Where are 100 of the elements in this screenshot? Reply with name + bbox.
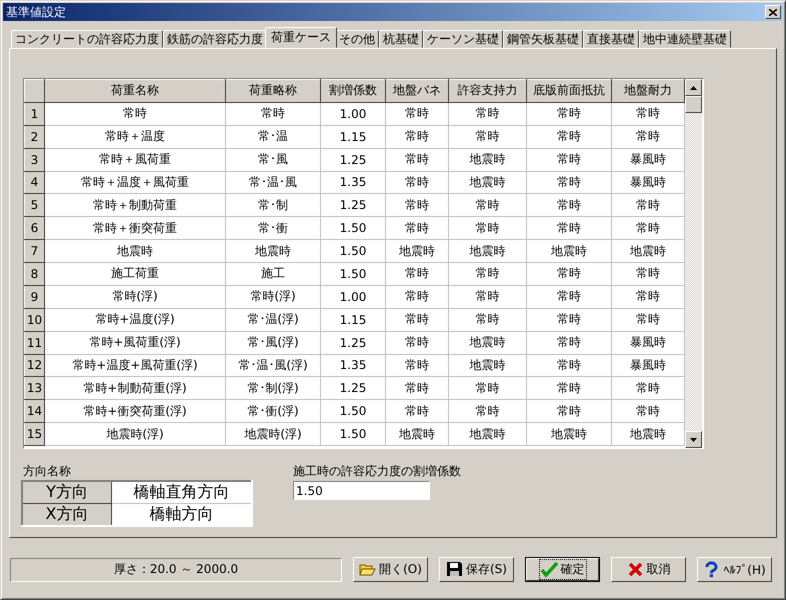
- table-cell: 地震時: [44, 240, 226, 262]
- row-header[interactable]: 10: [24, 308, 44, 332]
- scroll-down-button[interactable]: [685, 431, 702, 448]
- table-cell: 常時: [386, 262, 448, 286]
- open-button[interactable]: 開く(O): [353, 557, 428, 582]
- row-header[interactable]: 11: [24, 331, 44, 354]
- save-button[interactable]: 保存(S): [439, 557, 514, 582]
- row-header[interactable]: 1: [24, 102, 44, 126]
- row-header[interactable]: 14: [24, 400, 44, 423]
- tab[interactable]: その他: [335, 30, 379, 48]
- table-cell: 常時＋温度: [44, 125, 226, 148]
- up-arrow-icon: [690, 86, 697, 90]
- table-cell: 常時: [386, 216, 448, 240]
- row-header[interactable]: 9: [24, 285, 44, 308]
- table-cell: 常時＋衝突荷重: [44, 216, 226, 240]
- table-cell: 常時: [448, 125, 526, 148]
- column-header[interactable]: 荷重略称: [226, 80, 320, 102]
- tab[interactable]: コンクリートの許容応力度: [11, 30, 163, 48]
- table-cell: 常･風(浮): [226, 331, 320, 354]
- row-header[interactable]: 4: [24, 171, 44, 194]
- table-cell: 常時: [386, 194, 448, 217]
- table-cell: 施工: [226, 262, 320, 286]
- column-header[interactable]: 割増係数: [320, 80, 386, 102]
- table-cell: 常時＋温度＋風荷重: [44, 171, 226, 194]
- table-cell: 常時(浮): [44, 285, 226, 308]
- row-header[interactable]: 6: [24, 216, 44, 240]
- table-cell: 常時: [526, 262, 612, 286]
- tab[interactable]: ケーソン基礎: [423, 30, 503, 48]
- table-cell: 1.35: [320, 354, 386, 377]
- table-cell: 1.00: [320, 285, 386, 308]
- question-mark-icon: [703, 561, 720, 578]
- ok-button[interactable]: 確定: [525, 557, 600, 582]
- column-header[interactable]: 地盤バネ: [386, 80, 448, 102]
- check-mark-icon: [540, 561, 558, 578]
- column-header[interactable]: 地盤耐力: [612, 80, 684, 102]
- scroll-thumb[interactable]: [685, 96, 702, 113]
- row-header[interactable]: 7: [24, 240, 44, 262]
- table-cell: 常時: [526, 376, 612, 400]
- status-bar: 厚さ：20.0 ～ 2000.0: [10, 558, 342, 582]
- window-title: 基準値設定: [6, 4, 66, 20]
- tab[interactable]: 鉄筋の許容応力度: [163, 30, 267, 48]
- table-cell[interactable]: 橋軸直角方向: [112, 481, 252, 504]
- table-cell: 常時+衝突荷重(浮): [44, 400, 226, 423]
- table-cell: 常･風: [226, 148, 320, 171]
- tab[interactable]: 鋼管矢板基礎: [503, 30, 583, 48]
- column-header[interactable]: 許容支持力: [448, 80, 526, 102]
- table-cell: 常時: [386, 125, 448, 148]
- tab[interactable]: 杭基礎: [379, 30, 423, 48]
- table-cell[interactable]: 橋軸方向: [112, 504, 252, 526]
- table-cell: 常･温: [226, 125, 320, 148]
- table-cell: 常時+温度+風荷重(浮): [44, 354, 226, 377]
- close-button[interactable]: [765, 5, 781, 19]
- cancel-button[interactable]: 取消: [611, 557, 686, 582]
- tab[interactable]: 荷重ケース: [265, 27, 337, 48]
- table-cell: 常時＋風荷重: [44, 148, 226, 171]
- table-cell: 常時: [526, 125, 612, 148]
- table-cell: 1.15: [320, 125, 386, 148]
- row-header[interactable]: 8: [24, 262, 44, 286]
- table-cell: 1.50: [320, 422, 386, 446]
- table-cell: 常時: [526, 194, 612, 217]
- help-button[interactable]: ﾍﾙﾌﾟ(H): [697, 557, 772, 582]
- column-header[interactable]: 荷重名称: [44, 80, 226, 102]
- table-cell: 常時: [448, 194, 526, 217]
- row-header: X方向: [22, 504, 112, 526]
- scrollbar[interactable]: [685, 79, 702, 448]
- table-cell: 常時: [448, 102, 526, 126]
- tab[interactable]: 地中連続壁基礎: [639, 30, 731, 48]
- table-cell: 常時: [386, 285, 448, 308]
- table-cell: 地震時: [526, 240, 612, 262]
- table-cell: 地震時: [448, 354, 526, 377]
- table-cell: 常･温･風: [226, 171, 320, 194]
- table-cell: 1.25: [320, 376, 386, 400]
- table-cell: 常時+温度(浮): [44, 308, 226, 332]
- row-header[interactable]: 2: [24, 125, 44, 148]
- table-cell: 1.25: [320, 194, 386, 217]
- down-arrow-icon: [690, 438, 697, 442]
- column-header[interactable]: 底版前面抵抗: [526, 80, 612, 102]
- row-header[interactable]: 12: [24, 354, 44, 377]
- table-cell: 常時+風荷重(浮): [44, 331, 226, 354]
- row-header[interactable]: 3: [24, 148, 44, 171]
- table-cell: 常時: [448, 285, 526, 308]
- cross-icon: [626, 561, 644, 578]
- table-cell: 常時: [526, 308, 612, 332]
- row-header[interactable]: 15: [24, 422, 44, 446]
- table-cell: 地震時: [448, 171, 526, 194]
- scroll-up-button[interactable]: [685, 79, 702, 96]
- tab[interactable]: 直接基礎: [583, 30, 639, 48]
- table-cell: 常時: [448, 400, 526, 423]
- table-cell: 常時: [386, 376, 448, 400]
- table-cell: 常時: [386, 102, 448, 126]
- close-icon: [769, 8, 777, 16]
- row-header[interactable]: 13: [24, 376, 44, 400]
- table-cell: 常時+制動荷重(浮): [44, 376, 226, 400]
- table-cell: 常時: [526, 171, 612, 194]
- table-cell: 1.25: [320, 331, 386, 354]
- table-cell: 施工荷重: [44, 262, 226, 286]
- input-field[interactable]: 1.50: [293, 481, 430, 500]
- table-cell: 常時: [386, 308, 448, 332]
- table-cell: 1.50: [320, 262, 386, 286]
- row-header[interactable]: 5: [24, 194, 44, 217]
